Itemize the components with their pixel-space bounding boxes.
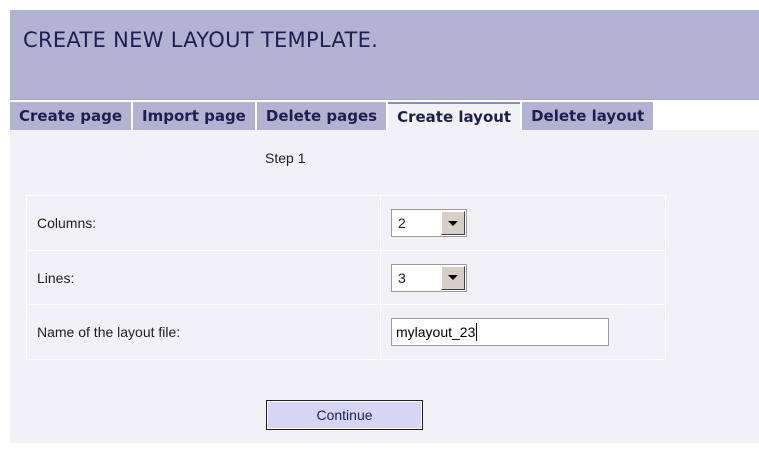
- continue-button[interactable]: Continue: [266, 400, 423, 430]
- filename-label: Name of the layout file:: [26, 304, 381, 360]
- columns-label: Columns:: [26, 195, 381, 251]
- step-label: Step 1: [265, 150, 306, 166]
- form-row-filename: Name of the layout file: mylayout_23: [26, 304, 666, 360]
- layout-form-table: Columns: 2 Lines: 3 Name of the layout f…: [26, 195, 666, 360]
- lines-select-value: 3: [398, 269, 406, 286]
- page-title: CREATE NEW LAYOUT TEMPLATE.: [23, 28, 379, 52]
- lines-field-cell: 3: [380, 250, 666, 305]
- form-row-lines: Lines: 3: [26, 250, 666, 305]
- layout-filename-value: mylayout_23: [396, 324, 476, 340]
- tab-import-page[interactable]: Import page: [133, 102, 255, 130]
- tab-create-page[interactable]: Create page: [10, 102, 132, 130]
- text-caret: [476, 323, 478, 341]
- layout-filename-input[interactable]: mylayout_23: [391, 318, 609, 346]
- tab-delete-pages[interactable]: Delete pages: [256, 102, 387, 130]
- chevron-down-icon[interactable]: [441, 265, 465, 290]
- content-panel: Step 1 Columns: 2 Lines: 3 Name of the l…: [10, 130, 759, 443]
- filename-field-cell: mylayout_23: [380, 304, 666, 360]
- columns-select-value: 2: [398, 215, 406, 231]
- tab-delete-layout[interactable]: Delete layout: [522, 102, 654, 130]
- form-row-columns: Columns: 2: [26, 195, 666, 251]
- columns-field-cell: 2: [380, 195, 666, 251]
- tab-create-layout[interactable]: Create layout: [388, 102, 521, 130]
- lines-label: Lines:: [26, 250, 381, 305]
- chevron-down-icon[interactable]: [441, 211, 465, 235]
- lines-select[interactable]: 3: [391, 263, 467, 292]
- page-header: CREATE NEW LAYOUT TEMPLATE.: [10, 10, 759, 100]
- columns-select[interactable]: 2: [391, 209, 467, 237]
- tab-bar: Create page Import page Delete pages Cre…: [10, 102, 759, 130]
